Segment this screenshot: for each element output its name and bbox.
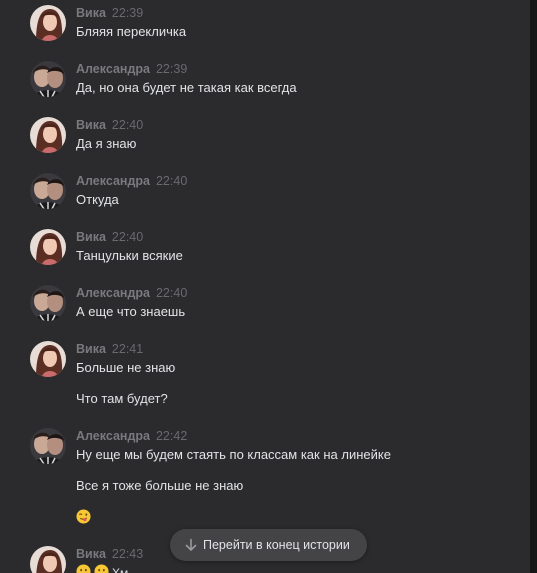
message-time[interactable]: 22:39	[112, 6, 143, 20]
message-header: Вика 22:39	[76, 5, 143, 21]
winking-tongue-emoji	[76, 509, 91, 524]
message-header: Вика 22:41	[76, 341, 143, 357]
avatar-vika-image	[30, 117, 66, 153]
thinking-emoji	[76, 564, 91, 573]
author-name[interactable]: Александра	[76, 174, 150, 188]
avatar-vika-image	[30, 341, 66, 377]
author-name[interactable]: Вика	[76, 6, 106, 20]
message-header: Александра 22:40	[76, 173, 187, 189]
message-text: Танцульки всякие	[76, 248, 183, 263]
message-time[interactable]: 22:41	[112, 342, 143, 356]
author-name[interactable]: Александра	[76, 286, 150, 300]
message-text: Больше не знаю	[76, 360, 176, 375]
author-name[interactable]: Вика	[76, 342, 106, 356]
avatar-vika[interactable]	[30, 117, 66, 153]
arrow-down-icon	[185, 538, 197, 551]
scroll-to-end-label: Перейти в конец истории	[203, 538, 350, 552]
message-time[interactable]: 22:40	[156, 286, 187, 300]
author-name[interactable]: Вика	[76, 547, 106, 561]
message-header: Александра 22:39	[76, 61, 187, 77]
author-name[interactable]: Вика	[76, 118, 106, 132]
message-text: Что там будет?	[76, 391, 168, 406]
avatar-alexandra-image	[30, 285, 66, 321]
avatar-vika[interactable]	[30, 341, 66, 377]
message-header: Александра 22:42	[76, 428, 187, 444]
avatar-alexandra-image	[30, 428, 66, 464]
message-time[interactable]: 22:40	[112, 230, 143, 244]
author-name[interactable]: Вика	[76, 230, 106, 244]
thinking-emoji	[94, 564, 109, 573]
message-header: Александра 22:40	[76, 285, 187, 301]
avatar-vika[interactable]	[30, 546, 66, 573]
author-name[interactable]: Александра	[76, 62, 150, 76]
avatar-alexandra[interactable]	[30, 285, 66, 321]
message-text: Да, но она будет не такая как всегда	[76, 80, 297, 95]
window-edge	[530, 0, 537, 573]
message-time[interactable]: 22:39	[156, 62, 187, 76]
author-name[interactable]: Александра	[76, 429, 150, 443]
avatar-vika[interactable]	[30, 229, 66, 265]
message-text: Да я знаю	[76, 136, 137, 151]
message-header: Вика 22:43	[76, 546, 143, 562]
avatar-vika-image	[30, 546, 66, 573]
message-text: Все я тоже больше не знаю	[76, 478, 244, 493]
avatar-alexandra-image	[30, 173, 66, 209]
chat-history[interactable]: Вика 22:39 Бляяя перекличка Александра 22:…	[0, 0, 530, 573]
message-header: Вика 22:40	[76, 117, 143, 133]
avatar-alexandra[interactable]	[30, 428, 66, 464]
message-text: Откуда	[76, 192, 119, 207]
scroll-to-end-button[interactable]: Перейти в конец истории	[170, 529, 367, 561]
message-time[interactable]: 22:40	[156, 174, 187, 188]
avatar-alexandra[interactable]	[30, 173, 66, 209]
message-time[interactable]: 22:43	[112, 547, 143, 561]
message-text: Хм	[112, 566, 129, 573]
avatar-vika-image	[30, 5, 66, 41]
avatar-alexandra[interactable]	[30, 61, 66, 97]
message-text: А еще что знаешь	[76, 304, 186, 319]
avatar-alexandra-image	[30, 61, 66, 97]
message-time[interactable]: 22:40	[112, 118, 143, 132]
message-text: Бляяя перекличка	[76, 24, 187, 39]
avatar-vika-image	[30, 229, 66, 265]
message-time[interactable]: 22:42	[156, 429, 187, 443]
avatar-vika[interactable]	[30, 5, 66, 41]
message-header: Вика 22:40	[76, 229, 143, 245]
message-text: Ну еще мы будем стаять по классам как на…	[76, 447, 391, 462]
